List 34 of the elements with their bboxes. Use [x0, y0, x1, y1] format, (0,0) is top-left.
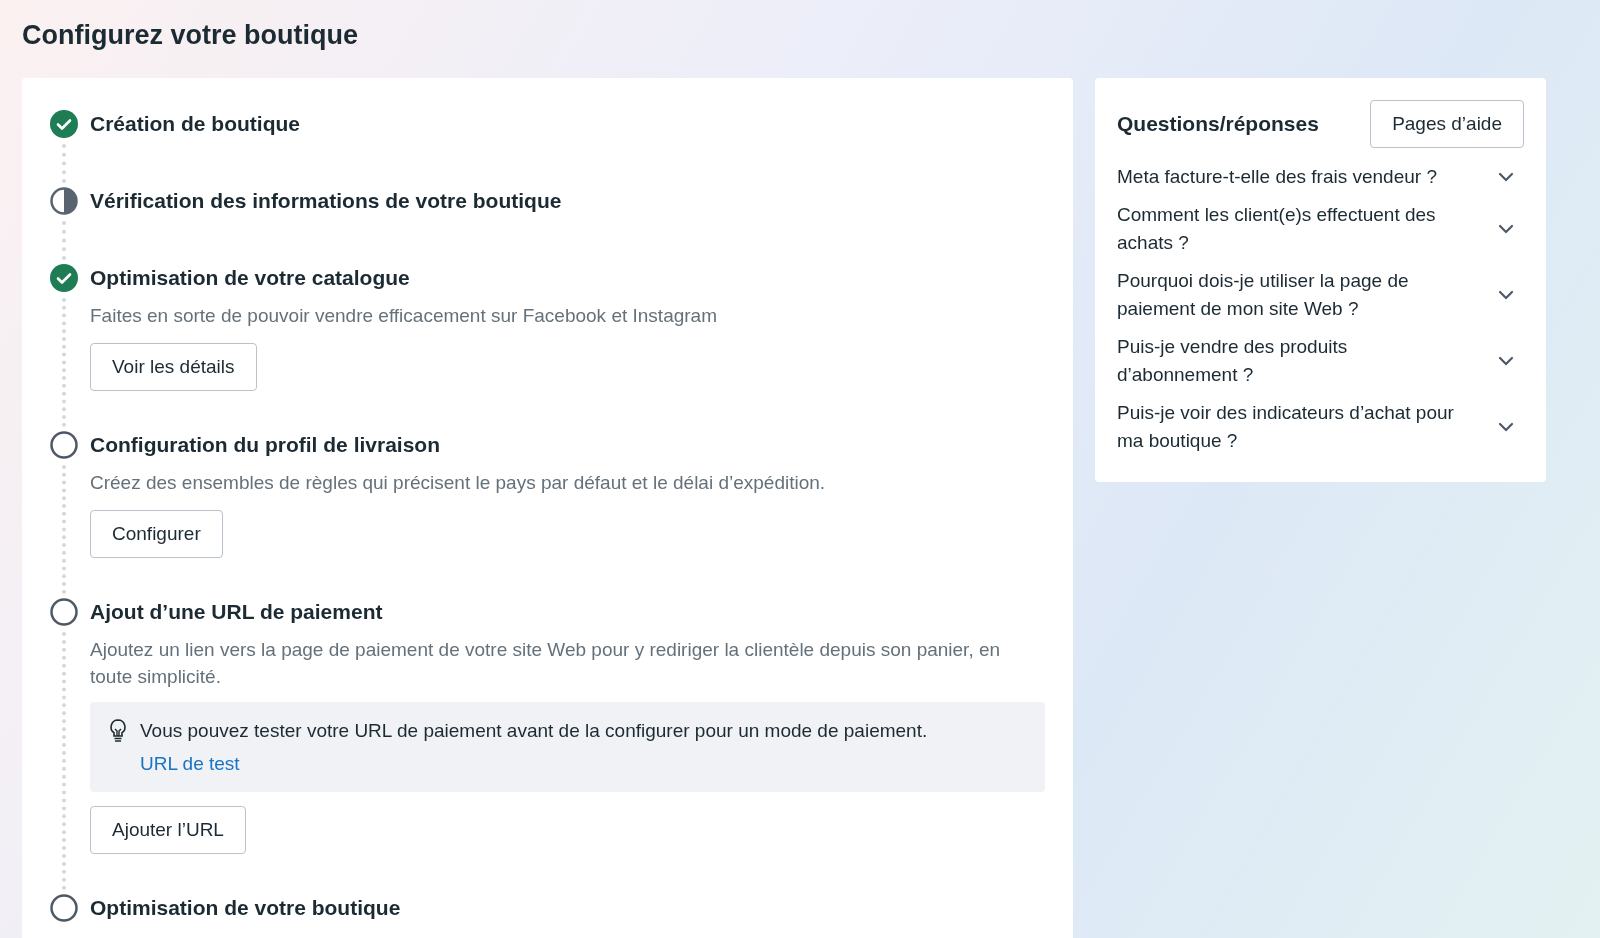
lightbulb-icon	[108, 718, 128, 744]
step-description: Ajoutez un lien vers la page de paiement de votre site Web pour y rediriger la clientèle depuis son panier, en toute simplicité.	[90, 638, 1002, 689]
check-circle-icon	[50, 110, 78, 138]
empty-circle-icon	[50, 431, 78, 459]
help-pages-button[interactable]: Pages d’aide	[1370, 100, 1524, 148]
faq-title: Questions/réponses	[1117, 112, 1319, 136]
faq-question[interactable]: Puis-je voir des indicateurs d’achat pour ma boutique ?	[1117, 399, 1462, 455]
test-url-link[interactable]: URL de test	[140, 747, 240, 780]
step-button[interactable]: Voir les détails	[90, 343, 257, 391]
empty-circle-icon	[50, 894, 78, 922]
chevron-icon[interactable]	[1498, 422, 1514, 432]
tip-text: Vous pouvez tester votre URL de paiement avant de la configurer pour un mode de paiement.	[140, 719, 928, 743]
step-title: Ajout d’une URL de paiement	[90, 599, 383, 625]
faq-question[interactable]: Puis-je vendre des produits d’abonnement ?	[1117, 333, 1462, 389]
step-button[interactable]: Configurer	[90, 510, 223, 558]
chevron-icon[interactable]	[1498, 172, 1514, 182]
step-title: Création de boutique	[90, 111, 300, 137]
step-button[interactable]: Ajouter l’URL	[90, 806, 246, 854]
step-description: Créez des ensembles de règles qui précisent le pays par défaut et le délai d’expédition.	[90, 471, 827, 495]
step-title: Vérification des informations de votre boutique	[90, 188, 562, 214]
page-title: Configurez votre boutique	[22, 19, 358, 52]
chevron-icon[interactable]	[1498, 356, 1514, 366]
empty-circle-icon	[50, 598, 78, 626]
step-title: Optimisation de votre catalogue	[90, 265, 410, 291]
faq-question[interactable]: Meta facture-t-elle des frais vendeur ?	[1117, 163, 1462, 191]
chevron-icon[interactable]	[1498, 224, 1514, 234]
half-circle-icon	[50, 187, 78, 215]
step-title: Configuration du profil de livraison	[90, 432, 440, 458]
step-title: Optimisation de votre boutique	[90, 895, 401, 921]
faq-question[interactable]: Comment les client(e)s effectuent des achats ?	[1117, 201, 1462, 257]
faq-question[interactable]: Pourquoi dois-je utiliser la page de paiement de mon site Web ?	[1117, 267, 1462, 323]
check-circle-icon	[50, 264, 78, 292]
chevron-icon[interactable]	[1498, 290, 1514, 300]
step-description: Faites en sorte de pouvoir vendre efficacement sur Facebook et Instagram	[90, 304, 718, 328]
